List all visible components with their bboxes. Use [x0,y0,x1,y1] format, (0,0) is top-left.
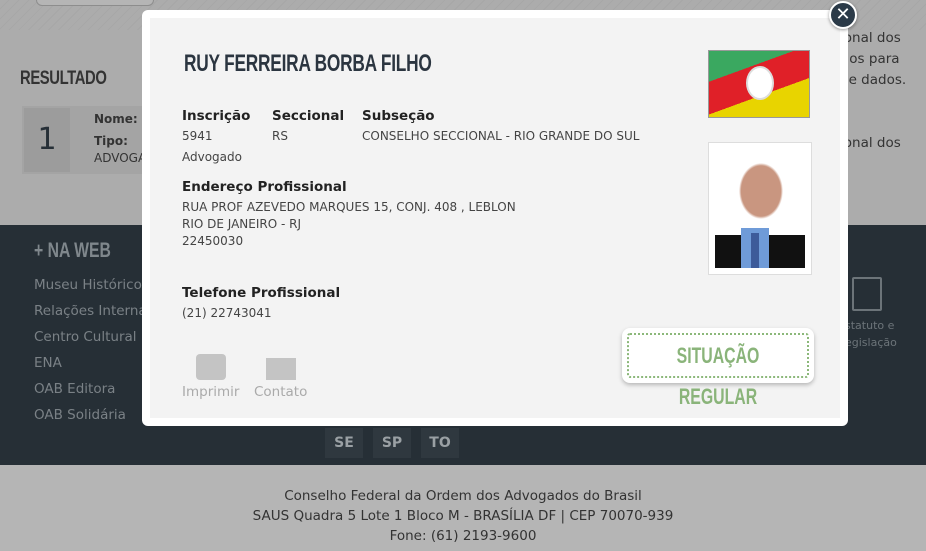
footer-link[interactable]: OAB Solidária [34,407,126,423]
document-icon [852,277,882,311]
footer-link[interactable]: Relações Internac [34,303,154,319]
print-button[interactable]: Imprimir [182,354,239,400]
footer-heading: + NA WEB [34,239,111,262]
telefone-value: (21) 22743041 [182,306,272,320]
status-text: SITUAÇÃO REGULAR [676,343,760,409]
status-badge: SITUAÇÃO REGULAR [622,328,814,409]
state-link-to[interactable]: TO [421,428,459,458]
lawyer-details-modal: RUY FERREIRA BORBA FILHO Inscrição Secci… [142,10,848,426]
estatuto-link[interactable]: statuto e egislação [845,277,897,351]
info-text: de dados. [840,72,907,88]
org-name: Conselho Federal da Ordem dos Advogados … [284,488,642,504]
result-number: 1 [24,108,70,172]
contact-label: Contato [254,384,308,400]
org-address: SAUS Quadra 5 Lote 1 Bloco M - BRASÍLIA … [252,508,674,524]
state-link-se[interactable]: SE [325,428,363,458]
footer-link[interactable]: Centro Cultural [34,329,137,345]
site-footer-address: Conselho Federal da Ordem dos Advogados … [0,465,926,551]
lawyer-photo [708,142,812,275]
results-heading: RESULTADO [20,68,107,89]
info-text: ional dos [840,30,901,46]
endereco-line: RIO DE JANEIRO - RJ [182,217,302,231]
tipo-label: Tipo: [94,134,128,148]
print-label: Imprimir [182,384,240,400]
search-button[interactable] [36,0,154,6]
rs-state-flag [708,50,810,118]
state-link-sp[interactable]: SP [373,428,411,458]
close-icon[interactable]: ✕ [829,1,857,29]
org-phone: Fone: (61) 2193-9600 [389,528,537,544]
info-text: ional dos [840,135,901,151]
estatuto-label: statuto e [845,319,895,332]
tipo-value: ADVOGA [94,151,147,165]
subsecao-value: CONSELHO SECCIONAL - RIO GRANDE DO SUL [362,129,640,143]
footer-link[interactable]: ENA [34,355,62,371]
estatuto-label: egislação [845,336,897,349]
footer-link[interactable]: OAB Editora [34,381,115,397]
tipo-value: Advogado [182,150,242,164]
seccional-label: Seccional [272,108,345,124]
footer-link[interactable]: Museu Histórico d [34,277,155,293]
endereco-line: RUA PROF AZEVEDO MARQUES 15, CONJ. 408 ,… [182,200,516,214]
result-card[interactable]: 1 Nome: R Tipo: ADVOGA [22,106,162,174]
printer-icon [195,354,226,380]
lawyer-name: RUY FERREIRA BORBA FILHO [184,50,432,77]
endereco-label: Endereço Profissional [182,179,347,195]
nome-label: Nome: [94,112,138,126]
inscricao-label: Inscrição [182,108,251,124]
info-text: rios para [840,51,900,67]
subsecao-label: Subseção [362,108,435,124]
telefone-label: Telefone Profissional [182,285,341,301]
inscricao-value: 5941 [182,129,213,143]
endereco-line: 22450030 [182,234,244,248]
envelope-icon [265,358,296,380]
contact-button[interactable]: Contato [254,354,307,400]
seccional-value: RS [272,129,288,143]
